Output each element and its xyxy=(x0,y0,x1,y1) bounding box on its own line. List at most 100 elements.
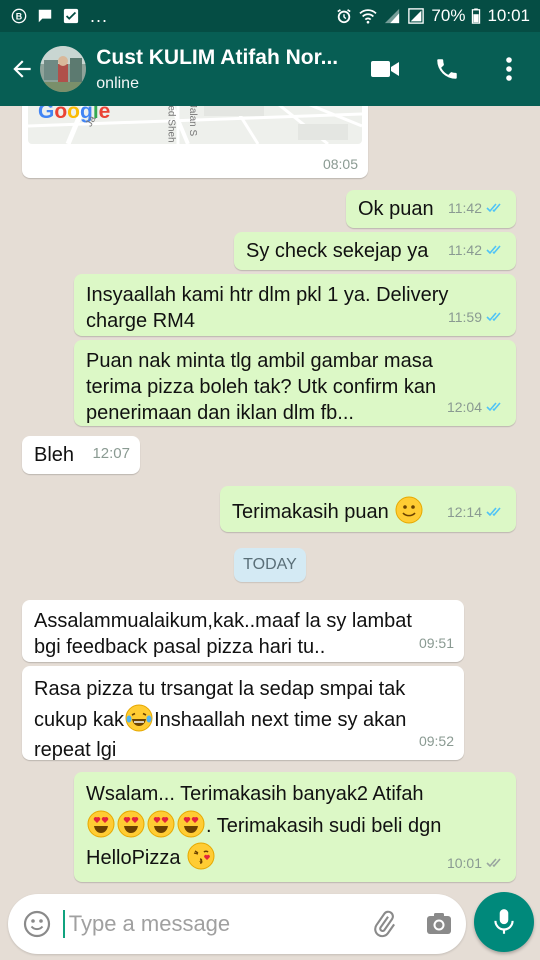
message-bubble-outgoing[interactable]: Sy check sekejap ya 11:42 xyxy=(234,232,516,270)
message-meta: 11:59 xyxy=(448,304,506,330)
message-meta: 10:01 xyxy=(447,850,506,876)
double-tick-read-icon xyxy=(486,245,501,255)
message-bubble-outgoing[interactable]: Insyaallah kami htr dlm pkl 1 ya. Delive… xyxy=(74,274,516,336)
avatar-photo xyxy=(40,46,87,92)
message-meta: 12:07 xyxy=(92,441,130,467)
b-notification-icon: B xyxy=(11,8,27,24)
alarm-icon xyxy=(337,9,352,24)
video-call-button[interactable] xyxy=(354,32,416,106)
message-time: 10:01 xyxy=(446,855,482,871)
message-bubble-outgoing[interactable]: Wsalam... Terimakasih banyak2 Atifah . T… xyxy=(74,772,516,882)
message-text: Assalammualaikum,kak..maaf la sy lambat … xyxy=(22,600,464,660)
message-line-with-emoji: cukup kak Inshaallah next time sy akan xyxy=(34,704,452,735)
google-logo: Google xyxy=(38,106,111,123)
battery-percent: 70% xyxy=(431,6,466,25)
message-text-part: Inshaallah next time sy akan xyxy=(154,709,407,731)
map-thumbnail[interactable]: Google Ja yed Sheh Jalan S xyxy=(28,106,362,144)
more-notifications: ... xyxy=(90,5,109,26)
message-line: Assalammualaikum,kak..maaf la sy lambat xyxy=(34,610,412,632)
status-system: 70% 10:01 xyxy=(335,6,530,26)
message-text-part: Terimakasih puan xyxy=(232,501,389,523)
face-blowing-kiss-icon xyxy=(187,842,215,870)
map-road-label: Jalan S xyxy=(187,106,199,137)
message-text-part: HelloPizza xyxy=(86,847,181,869)
message-line: charge RM4 xyxy=(86,310,195,332)
wifi-icon xyxy=(359,9,378,24)
message-time: 09:51 xyxy=(418,635,454,651)
compose-box xyxy=(8,894,466,954)
chat-header: Cust KULIM Atifah Nor... online xyxy=(0,32,540,106)
phone-icon xyxy=(437,59,457,79)
status-bar: B ... 70% 10:01 xyxy=(0,0,540,32)
message-meta: 12:04 xyxy=(447,394,506,420)
contact-status: online xyxy=(96,74,139,92)
message-line-with-emoji: HelloPizza xyxy=(86,842,504,874)
message-time: 12:04 xyxy=(446,399,482,415)
message-time: 09:52 xyxy=(418,733,454,749)
arrow-back-icon xyxy=(13,60,31,78)
camera-icon xyxy=(426,913,451,934)
double-tick-read-icon xyxy=(486,312,501,322)
message-line: bgi feedback pasal pizza hari tu.. xyxy=(34,636,326,658)
message-line-with-emoji: . Terimakasih sudi beli dgn xyxy=(86,810,504,842)
avatar[interactable] xyxy=(40,46,87,92)
message-time: 11:59 xyxy=(448,309,482,325)
face-with-tears-of-joy-icon xyxy=(125,704,153,732)
message-bubble-outgoing[interactable]: Puan nak minta tlg ambil gambar masa ter… xyxy=(74,340,516,426)
heart-eyes-icon xyxy=(177,810,205,838)
contact-name: Cust KULIM Atifah Nor... xyxy=(96,45,339,69)
message-bubble-outgoing[interactable]: Ok puan 11:42 xyxy=(346,190,516,228)
message-time: 12:07 xyxy=(92,445,130,462)
smiley-icon xyxy=(24,910,51,938)
message-line: repeat lgi xyxy=(34,739,117,761)
double-tick-read-icon xyxy=(486,402,501,412)
date-divider: TODAY xyxy=(234,548,306,582)
message-meta: 08:05 xyxy=(323,156,358,172)
message-meta: 09:52 xyxy=(419,728,454,754)
status-notifications: B ... xyxy=(10,6,108,27)
message-line: Insyaallah kami htr dlm pkl 1 ya. Delive… xyxy=(86,284,449,306)
message-line: terima pizza boleh tak? Utk confirm kan xyxy=(86,376,437,398)
message-text: Rasa pizza tu trsangat la sedap smpai ta… xyxy=(22,666,464,765)
message-bubble-incoming[interactable]: Rasa pizza tu trsangat la sedap smpai ta… xyxy=(22,666,464,761)
attach-button[interactable] xyxy=(357,894,412,954)
voice-call-button[interactable] xyxy=(416,32,478,106)
svg-text:B: B xyxy=(16,12,22,22)
heart-eyes-icon xyxy=(87,810,115,838)
message-input[interactable] xyxy=(62,910,357,938)
contact-info[interactable]: Cust KULIM Atifah Nor... online xyxy=(96,46,354,93)
message-bubble-outgoing[interactable]: Terimakasih puan 12:14 xyxy=(220,486,516,532)
slightly-smiling-face-icon xyxy=(395,496,423,524)
paperclip-icon xyxy=(374,910,396,938)
video-call-icon xyxy=(371,61,399,77)
double-tick-read-icon xyxy=(486,507,501,517)
message-time: 11:42 xyxy=(448,200,482,216)
heart-eyes-icon xyxy=(117,810,145,838)
back-button[interactable] xyxy=(4,32,40,106)
message-text-part: . Terimakasih sudi beli dgn xyxy=(206,815,442,837)
voice-record-button[interactable] xyxy=(474,892,534,952)
location-message[interactable]: Google Ja yed Sheh Jalan S 08:05 xyxy=(22,106,368,178)
double-tick-delivered-icon xyxy=(486,858,501,868)
battery-icon xyxy=(472,8,481,24)
message-bubble-incoming[interactable]: Bleh 12:07 xyxy=(22,436,140,474)
chat-area[interactable]: Google Ja yed Sheh Jalan S 08:05 Ok puan… xyxy=(0,106,540,888)
message-meta: 12:14 xyxy=(447,499,506,525)
check-notification-icon xyxy=(63,8,79,24)
more-options-button[interactable] xyxy=(478,32,540,106)
more-vert-icon xyxy=(506,57,512,81)
message-line: penerimaan dan iklan dlm fb... xyxy=(86,402,354,424)
message-meta: 11:42 xyxy=(448,237,506,263)
message-text-part: cukup kak xyxy=(34,709,125,731)
message-time: 11:42 xyxy=(448,242,482,258)
heart-eyes-icon xyxy=(147,810,175,838)
signal-icon xyxy=(385,8,400,24)
clock: 10:01 xyxy=(487,6,530,25)
double-tick-read-icon xyxy=(486,203,501,213)
message-bubble-incoming[interactable]: Assalammualaikum,kak..maaf la sy lambat … xyxy=(22,600,464,662)
emoji-button[interactable] xyxy=(12,894,63,954)
microphone-icon xyxy=(494,909,514,934)
camera-button[interactable] xyxy=(411,894,466,954)
compose-bar xyxy=(0,888,540,960)
message-time: 08:05 xyxy=(322,156,358,172)
